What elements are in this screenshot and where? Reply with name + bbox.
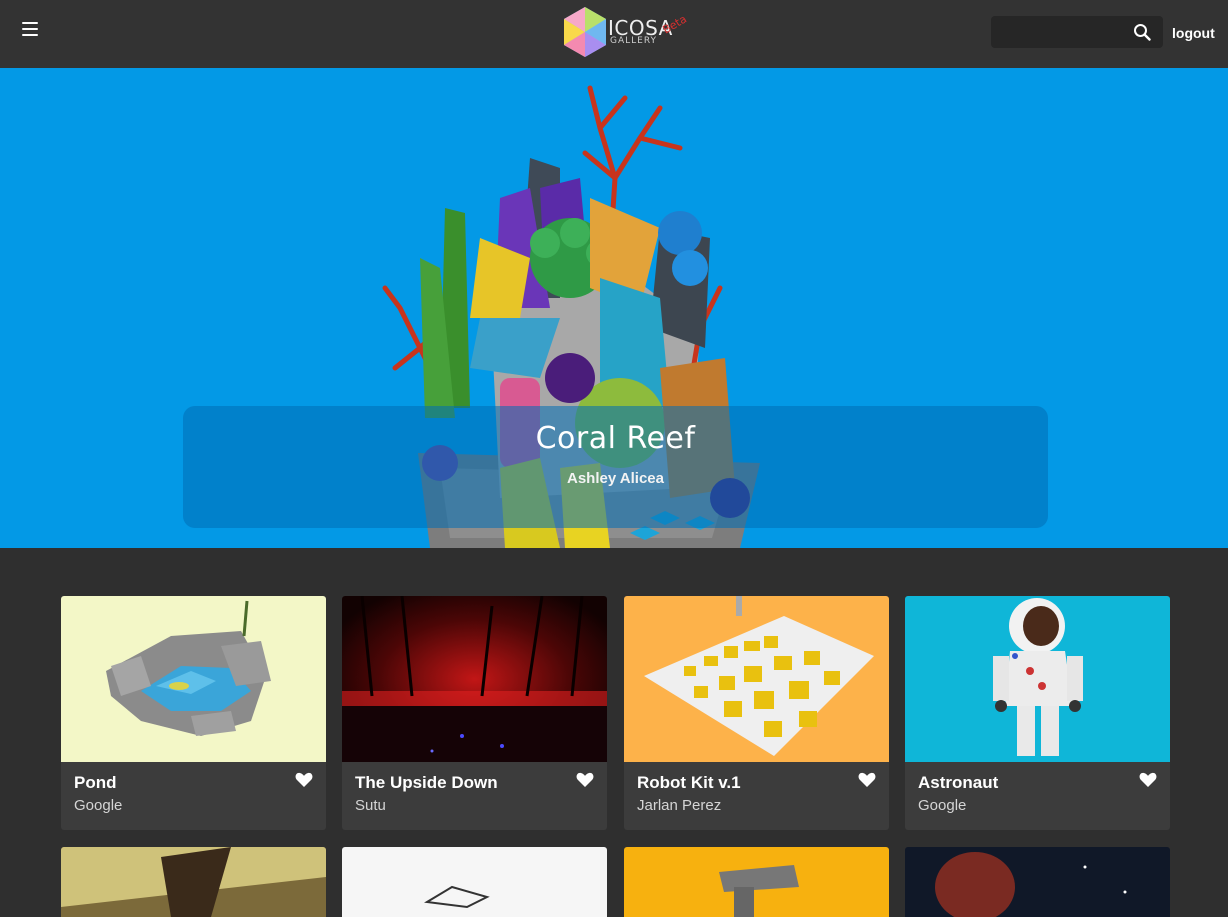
search-input[interactable] — [999, 20, 1128, 46]
model-card-partial[interactable] — [342, 847, 607, 917]
card-title[interactable]: Astronaut — [918, 773, 998, 793]
logo-subtext: GALLERY — [610, 36, 658, 46]
icosa-gem-icon — [564, 7, 606, 57]
model-card-partial[interactable] — [61, 847, 326, 917]
astronaut-thumbnail — [905, 596, 1170, 762]
thumbnail-partial-4 — [905, 847, 1170, 917]
model-card[interactable]: The Upside Down Sutu — [342, 596, 607, 830]
thumbnail-partial-2 — [342, 847, 607, 917]
upside-down-thumbnail — [342, 596, 607, 762]
heart-icon[interactable] — [576, 772, 594, 788]
top-bar: ICOSA GALLERY Beta logout — [0, 0, 1228, 68]
model-card[interactable]: Pond Google — [61, 596, 326, 830]
robot-kit-thumbnail — [624, 596, 889, 762]
card-title[interactable]: Pond — [74, 773, 117, 793]
model-card[interactable]: Robot Kit v.1 Jarlan Perez — [624, 596, 889, 830]
model-card-partial[interactable] — [624, 847, 889, 917]
hero-title[interactable]: Coral Reef — [183, 421, 1048, 456]
card-author[interactable]: Google — [74, 797, 122, 814]
heart-icon[interactable] — [295, 772, 313, 788]
card-title[interactable]: Robot Kit v.1 — [637, 773, 741, 793]
model-card-partial[interactable] — [905, 847, 1170, 917]
hamburger-menu-icon[interactable] — [22, 22, 38, 36]
logout-link[interactable]: logout — [1172, 25, 1215, 41]
card-title[interactable]: The Upside Down — [355, 773, 498, 793]
hero-author[interactable]: Ashley Alicea — [183, 470, 1048, 487]
card-author[interactable]: Google — [918, 797, 966, 814]
hero-caption: Coral Reef Ashley Alicea — [183, 406, 1048, 528]
featured-hero[interactable]: Coral Reef Ashley Alicea — [0, 68, 1228, 548]
search-icon[interactable] — [1133, 23, 1151, 41]
heart-icon[interactable] — [858, 772, 876, 788]
heart-icon[interactable] — [1139, 772, 1157, 788]
card-author[interactable]: Sutu — [355, 797, 386, 814]
card-author[interactable]: Jarlan Perez — [637, 797, 721, 814]
model-card[interactable]: Astronaut Google — [905, 596, 1170, 830]
thumbnail-partial-1 — [61, 847, 326, 917]
pond-thumbnail — [61, 596, 326, 762]
search-box — [991, 16, 1163, 48]
thumbnail-partial-3 — [624, 847, 889, 917]
icosa-logo[interactable]: ICOSA GALLERY Beta — [562, 6, 692, 60]
